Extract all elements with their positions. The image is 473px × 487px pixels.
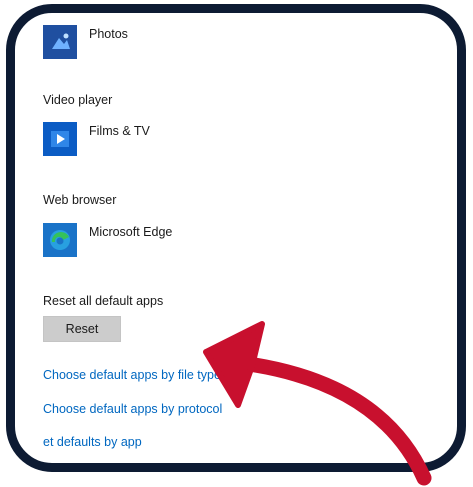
films-tv-icon [43,122,77,156]
photos-app-name: Photos [89,27,128,41]
choose-defaults-by-file-type-link[interactable]: Choose default apps by file type [43,368,221,382]
rounded-frame: Photos Video player Films & TV Web brows… [6,4,466,472]
web-browser-heading: Web browser [43,193,117,207]
microsoft-edge-app-button[interactable]: Microsoft Edge [43,223,172,257]
microsoft-edge-app-name: Microsoft Edge [89,225,173,239]
video-player-heading: Video player [43,93,113,107]
films-tv-app-button[interactable]: Films & TV [43,122,150,156]
choose-defaults-by-protocol-link[interactable]: Choose default apps by protocol [43,402,222,416]
reset-button[interactable]: Reset [43,316,121,342]
reset-heading: Reset all default apps [43,294,164,308]
films-tv-app-name: Films & TV [89,124,150,138]
photos-app-button[interactable]: Photos [43,25,128,59]
microsoft-edge-icon [43,223,77,257]
default-apps-panel: Photos Video player Films & TV Web brows… [33,13,457,463]
set-defaults-by-app-link[interactable]: et defaults by app [43,435,142,449]
photos-icon [43,25,77,59]
